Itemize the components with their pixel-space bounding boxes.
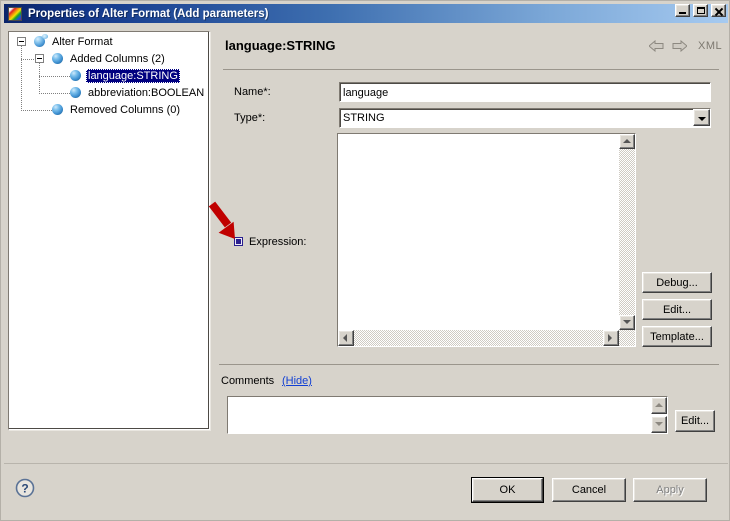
horizontal-scrollbar[interactable] <box>338 330 635 346</box>
header-divider <box>223 69 719 70</box>
tree-item-label: Added Columns (2) <box>68 52 167 66</box>
comments-editor[interactable] <box>227 396 668 434</box>
annotation-arrow-icon <box>204 198 244 244</box>
name-input[interactable] <box>339 82 711 102</box>
window-title: Properties of Alter Format (Add paramete… <box>28 8 268 20</box>
detail-heading: language:STRING <box>225 38 336 53</box>
triangle-down-icon <box>655 422 663 426</box>
xml-link[interactable]: XML <box>698 40 722 52</box>
arrow-left-icon[interactable] <box>649 40 664 52</box>
comments-label: Comments <box>221 375 274 387</box>
chevron-down-icon[interactable] <box>693 109 710 126</box>
expression-editor[interactable] <box>337 133 636 347</box>
vertical-scrollbar[interactable] <box>619 134 635 330</box>
apply-button: Apply <box>633 478 707 502</box>
comments-divider <box>219 364 719 365</box>
template-button[interactable]: Template... <box>642 326 712 347</box>
expression-label: Expression: <box>249 236 306 248</box>
talend-rainbow-icon <box>8 7 22 21</box>
cancel-button[interactable]: Cancel <box>552 478 626 502</box>
scroll-up-button[interactable] <box>619 134 635 149</box>
type-combobox[interactable]: STRING <box>339 108 711 128</box>
triangle-left-icon <box>343 334 347 342</box>
parameters-tree[interactable]: Alter Format Added Columns (2) language:… <box>8 31 210 430</box>
tree-connector <box>21 59 35 60</box>
comments-textarea[interactable] <box>228 397 651 433</box>
tree-connector <box>39 63 40 93</box>
close-button[interactable] <box>711 4 726 17</box>
node-sphere-icon <box>34 36 45 47</box>
tree-item-label: Alter Format <box>50 35 115 49</box>
scroll-left-button[interactable] <box>338 330 354 346</box>
node-sphere-icon <box>52 53 63 64</box>
tree-connector <box>39 76 70 77</box>
window-controls <box>675 4 726 17</box>
close-icon <box>714 7 723 16</box>
dialog-window: Properties of Alter Format (Add paramete… <box>0 0 730 521</box>
collapse-toggle-icon[interactable] <box>35 54 44 63</box>
scroll-down-button[interactable] <box>619 315 635 330</box>
minimize-button[interactable] <box>675 4 690 17</box>
expression-textarea[interactable] <box>338 134 619 330</box>
tree-connector <box>21 46 22 110</box>
maximize-icon <box>697 7 705 14</box>
tree-connector <box>39 93 70 94</box>
tree-connector <box>21 110 52 111</box>
type-combobox-value: STRING <box>343 112 385 124</box>
triangle-right-icon <box>608 334 612 342</box>
minimize-icon <box>679 12 686 14</box>
tree-item-label-selected: language:STRING <box>86 69 180 83</box>
node-sphere-icon <box>70 87 81 98</box>
collapse-toggle-icon[interactable] <box>17 37 26 46</box>
ok-button[interactable]: OK <box>472 478 543 502</box>
debug-button[interactable]: Debug... <box>642 272 712 293</box>
node-sphere-icon <box>70 70 81 81</box>
title-bar[interactable]: Properties of Alter Format (Add paramete… <box>4 4 728 23</box>
comments-edit-button[interactable]: Edit... <box>675 410 715 432</box>
maximize-button[interactable] <box>693 4 708 17</box>
footer-divider <box>4 463 728 464</box>
arrow-right-icon[interactable] <box>672 40 687 52</box>
scroll-right-button[interactable] <box>603 330 619 346</box>
expression-edit-button[interactable]: Edit... <box>642 299 712 320</box>
triangle-down-icon <box>623 320 631 324</box>
type-label: Type*: <box>234 112 265 124</box>
comments-scroll-down-button[interactable] <box>651 416 667 433</box>
comments-hide-link[interactable]: (Hide) <box>282 375 312 387</box>
name-label: Name*: <box>234 86 271 98</box>
tree-item-label: abbreviation:BOOLEAN <box>86 86 206 100</box>
help-icon[interactable]: ? <box>15 478 35 498</box>
help-glyph: ? <box>21 482 28 496</box>
triangle-up-icon <box>655 403 663 407</box>
triangle-up-icon <box>623 139 631 143</box>
comments-scroll-up-button[interactable] <box>651 397 667 414</box>
node-sphere-icon <box>52 104 63 115</box>
tree-item-label: Removed Columns (0) <box>68 103 182 117</box>
